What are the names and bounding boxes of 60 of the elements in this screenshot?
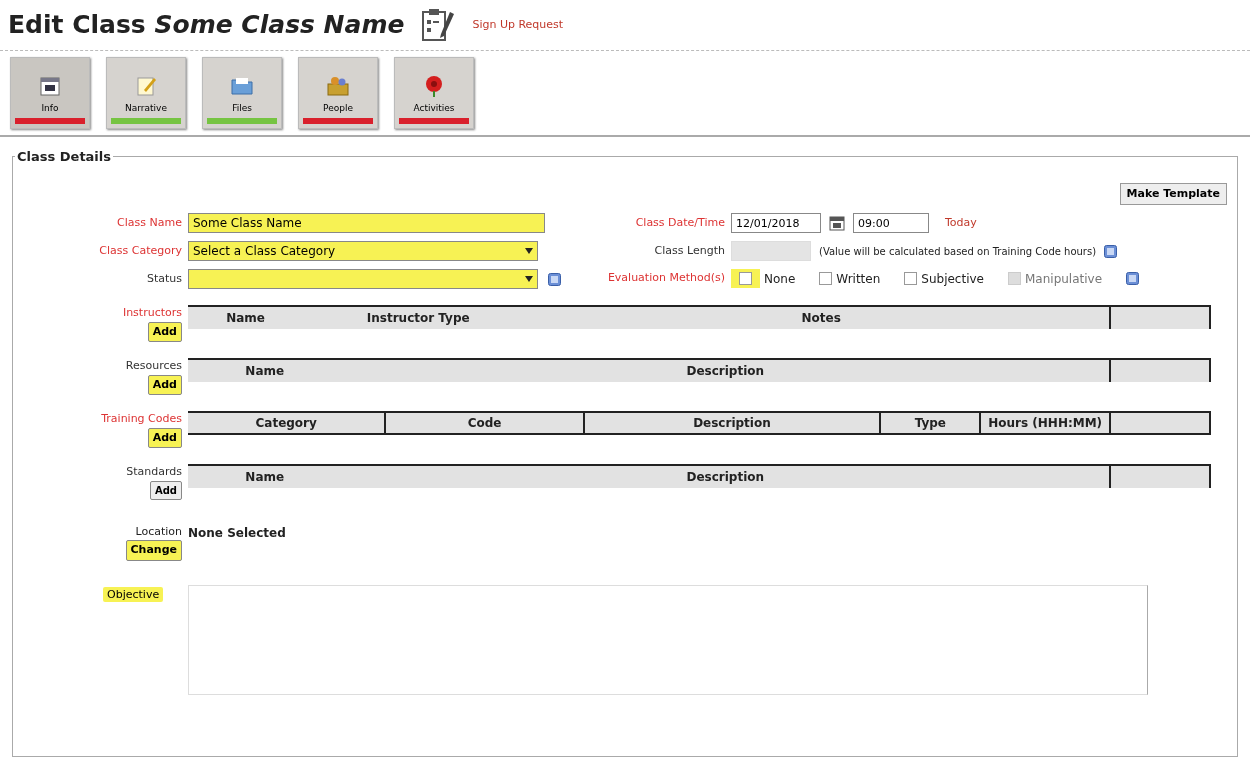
tab[interactable]: People [298,57,378,129]
help-icon [1126,272,1140,285]
help-icon [1104,244,1118,258]
field-label: Evaluation Method(s) [606,270,726,287]
field-label: Class Name [116,214,183,231]
field-label: Class Length [653,242,726,259]
dropdown-arrow-icon [525,248,533,254]
field-label: Resources [125,358,182,374]
checkbox[interactable] [739,272,752,285]
column-header: Instructor Type [366,310,470,327]
column-header: Description [686,363,765,380]
tab[interactable]: Info [10,57,90,129]
column-header: Hours (HHH:MM) [988,415,1103,432]
add-button[interactable]: Add [149,480,182,500]
category-dropdown[interactable]: Select a Class Category [188,241,538,261]
checkbox-label: Subjective [921,270,984,288]
field-label: Class Category [98,242,183,259]
column-header: Name [226,310,265,327]
column-header: Description [693,415,771,432]
field-note: (Value will be calculated based on Training Code hours) [819,244,1097,259]
field-label: Training Codes [101,411,182,427]
location-value: None Selected [188,524,286,542]
field-label: Instructors [122,305,182,321]
class-name-field[interactable]: Some Class Name [188,213,545,233]
column-header: Notes [801,310,841,327]
field-label: Class Date/Time [634,214,726,231]
column-header: Name [245,363,285,380]
column-header: Code [467,415,502,432]
time-field[interactable]: 09:00 [853,213,929,233]
add-button[interactable]: Add [147,321,182,342]
add-button[interactable]: Add [147,427,182,448]
sign-up-link[interactable]: Sign Up Request [472,16,564,34]
change-button[interactable]: Change [125,540,182,561]
add-button[interactable]: Add [147,374,182,395]
page-title: Edit Class Some Class Name [8,10,405,40]
tab[interactable]: Activities [394,57,474,129]
field-label: Standards [126,464,182,480]
clipboard-pencil-icon [420,8,457,42]
field-label: Status [145,270,183,287]
help-icon [548,272,561,286]
checkbox-label: None [764,270,796,288]
column-header: Category [255,415,317,432]
date-field[interactable]: 12/01/2018 [731,213,821,233]
column-header: Description [686,469,765,486]
status-dropdown[interactable] [188,269,538,289]
checkbox-label: Manipulative [1025,270,1103,288]
checkbox[interactable] [904,272,918,285]
column-header: Name [245,469,285,486]
field-label: Location [135,523,182,540]
field-label: Objective [103,586,164,602]
tab[interactable]: Narrative [106,57,186,129]
objective-field[interactable] [188,584,1148,695]
tab[interactable]: Files [202,57,282,129]
dropdown-arrow-icon [525,276,533,282]
today-link[interactable]: Today [945,214,977,232]
column-header: Type [914,415,946,432]
calendar-icon [829,215,845,231]
checkbox[interactable] [819,272,833,285]
checkbox-label: Written [836,270,881,288]
make-template-button[interactable]: Make Template [1119,182,1227,205]
